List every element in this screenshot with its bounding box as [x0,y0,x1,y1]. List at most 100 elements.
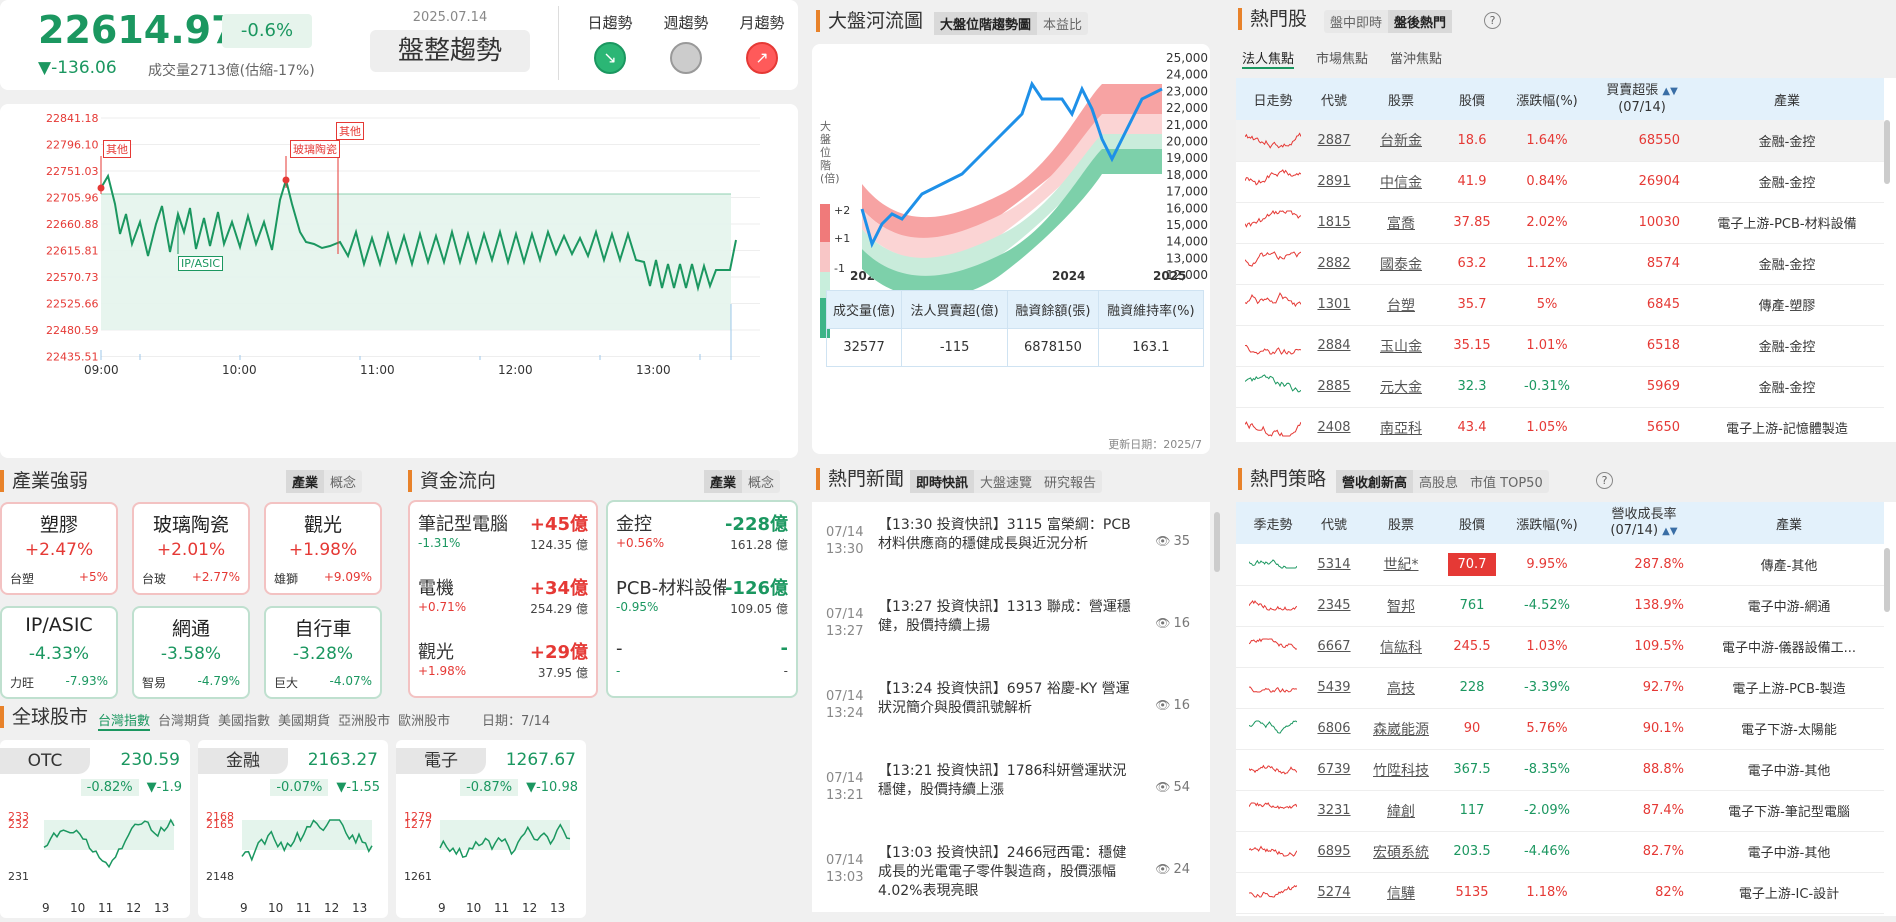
table-row[interactable]: 6667 信紘科 245.5 1.03% 109.5% 電子中游-儀器設備工... [1236,626,1884,668]
stock-name[interactable]: 森崴能源 [1358,708,1444,750]
strategy-help-icon[interactable]: ? [1596,472,1613,489]
stock-code[interactable]: 3231 [1310,790,1358,832]
stock-code[interactable]: 1301 [1310,284,1358,326]
news-headline[interactable]: 【13:30 投資快訊】3115 富榮綱：PCB材料供應商的穩健成長與近況分析 [878,516,1136,554]
stock-code[interactable]: 2891 [1310,161,1358,203]
lead-stock[interactable]: 力旺 [10,674,34,691]
lead-stock[interactable]: 智易 [142,674,166,691]
news-headline[interactable]: 【13:03 投資快訊】2466冠西電：穩健成長的光電電子零件製造商，股價漲幅4… [878,844,1136,901]
industry-card[interactable]: 網通 -3.58% 智易 -4.79% [132,606,250,699]
tab-afterhours[interactable]: 盤後熱門 [1388,10,1453,33]
fund-industry[interactable]: 筆記型電腦 [418,510,528,536]
col-net[interactable]: 買賣超張 ▲▼ (07/14) [1594,78,1690,120]
tab-river-pe[interactable]: 本益比 [1037,12,1088,35]
table-row[interactable]: 2885 元大金 32.3 -0.31% 5969 金融-金控 [1236,366,1884,408]
table-row[interactable]: 2408 南亞科 43.4 1.05% 5650 電子上游-記憶體製造 [1236,407,1884,442]
industry-card[interactable]: 玻璃陶瓷 +2.01% 台玻 +2.77% [132,502,250,595]
table-row[interactable]: 3231 緯創 117 -2.09% 87.4% 電子下游-筆記型電腦 [1236,790,1884,832]
table-row[interactable]: 2882 國泰金 63.2 1.12% 8574 金融-金控 [1236,243,1884,285]
stock-code[interactable]: 2408 [1310,407,1358,442]
sort-icon[interactable]: ▲▼ [1662,526,1677,537]
stock-name[interactable]: 中信金 [1358,161,1444,203]
lead-stock[interactable]: 台玻 [142,570,166,587]
news-item[interactable]: 07/14 13:30 【13:30 投資快訊】3115 富榮綱：PCB材料供應商的… [812,502,1210,584]
week-trend-icon[interactable] [670,42,702,74]
stock-name[interactable]: 智邦 [1358,585,1444,627]
lead-stock[interactable]: 台塑 [10,570,34,587]
industry-card[interactable]: 塑膠 +2.47% 台塑 +5% [0,502,118,595]
news-item[interactable]: 07/14 13:21 【13:21 投資快訊】1786科妍營運狀況穩健，股價持續上… [812,748,1210,830]
table-row[interactable]: 5314 世紀* 70.7 9.95% 287.8% 傳產-其他 [1236,544,1884,586]
hot-help-icon[interactable]: ? [1484,12,1501,29]
industry-card[interactable]: 自行車 -3.28% 巨大 -4.07% [264,606,382,699]
tab-fund-concept[interactable]: 概念 [742,470,780,493]
news-item[interactable]: 07/14 13:24 【13:24 投資快訊】6957 裕慶-KY 營運狀況簡介與… [812,666,1210,748]
stock-name[interactable]: 富喬 [1358,202,1444,244]
stock-name[interactable]: 元大金 [1358,366,1444,408]
tab-global-5[interactable]: 歐洲股市 [398,710,450,731]
table-row[interactable]: 6806 森崴能源 90 5.76% 90.1% 電子下游-太陽能 [1236,708,1884,750]
fund-industry[interactable]: PCB-材料設備 [616,574,726,600]
stock-code[interactable]: 2882 [1310,243,1358,285]
stock-code[interactable]: 6895 [1310,831,1358,873]
table-row[interactable]: 5439 高技 228 -3.39% 92.7% 電子上游-PCB-製造 [1236,667,1884,709]
subtab-market[interactable]: 市場焦點 [1316,48,1368,67]
strategy-scrollbar[interactable] [1884,548,1890,612]
mini-chart-card[interactable]: OTC 230.59 -0.82% ▼-1.9 233 232 231 9 10 11 12 13 [0,740,190,918]
tab-industry[interactable]: 產業 [286,470,325,493]
stock-code[interactable]: 5274 [1310,872,1358,914]
table-row[interactable]: 5274 信驊 5135 1.18% 82% 電子上游-IC-設計 [1236,872,1884,914]
tab-global-0[interactable]: 台灣指數 [98,710,151,731]
tab-revenue-high[interactable]: 營收創新高 [1336,470,1414,493]
table-row[interactable]: 2891 中信金 41.9 0.84% 26904 金融-金控 [1236,161,1884,203]
fund-industry[interactable]: - [616,638,726,659]
tab-fund-industry[interactable]: 產業 [704,470,743,493]
stock-name[interactable]: 玉山金 [1358,325,1444,367]
industry-card[interactable]: IP/ASIC -4.33% 力旺 -7.93% [0,606,118,699]
month-trend-icon[interactable]: ↗ [746,42,778,74]
mini-chart-card[interactable]: 金融 2163.27 -0.07% ▼-1.55 2168 2165 2148 9 10 11 12… [198,740,388,918]
event-label-4[interactable]: IP/ASIC [178,256,224,271]
stock-name[interactable]: 宏碩系統 [1358,831,1444,873]
table-row[interactable]: 1301 台塑 35.7 5% 6845 傳產-塑膠 [1236,284,1884,326]
stock-name[interactable]: 高技 [1358,667,1444,709]
day-trend-icon[interactable]: ↘ [594,42,626,74]
tab-news-overview[interactable]: 大盤速覽 [974,470,1038,493]
tab-global-2[interactable]: 美國指數 [218,710,270,731]
stock-code[interactable]: 1815 [1310,202,1358,244]
stock-code[interactable]: 2887 [1310,120,1358,162]
tab-global-1[interactable]: 台灣期貨 [158,710,210,731]
event-label-1[interactable]: 其他 [103,140,131,158]
tab-global-3[interactable]: 美國期貨 [278,710,330,731]
news-headline[interactable]: 【13:27 投資快訊】1313 聯成：營運穩健，股價持續上揚 [878,598,1136,636]
mini-chart-card[interactable]: 電子 1267.67 -0.87% ▼-10.98 1279 1277 1261 9 10 11 1… [396,740,586,918]
table-row[interactable]: 2345 智邦 761 -4.52% 138.9% 電子中游-網通 [1236,585,1884,627]
event-label-3[interactable]: 其他 [336,122,364,140]
stock-name[interactable]: 南亞科 [1358,407,1444,442]
stock-code[interactable]: 2885 [1310,366,1358,408]
industry-card[interactable]: 觀光 +1.98% 雄獅 +9.09% [264,502,382,595]
tab-top50[interactable]: 市值 TOP50 [1464,470,1549,493]
event-label-2[interactable]: 玻璃陶瓷 [290,140,340,158]
tab-high-dividend[interactable]: 高股息 [1413,470,1464,493]
tab-news-research[interactable]: 研究報告 [1038,470,1102,493]
stock-code[interactable]: 5314 [1310,544,1358,586]
hot-scrollbar[interactable] [1884,120,1890,184]
news-headline[interactable]: 【13:24 投資快訊】6957 裕慶-KY 營運狀況簡介與股價訊號解析 [878,680,1136,718]
stock-code[interactable]: 5439 [1310,667,1358,709]
stock-name[interactable]: 台新金 [1358,120,1444,162]
tab-global-4[interactable]: 亞洲股市 [338,710,390,731]
stock-name[interactable]: 信驊 [1358,872,1444,914]
fund-industry[interactable]: 金控 [616,510,726,536]
tab-intraday[interactable]: 盤中即時 [1324,10,1388,33]
tab-river-trend[interactable]: 大盤位階趨勢圖 [934,12,1038,35]
lead-stock[interactable]: 雄獅 [274,570,298,587]
fund-industry[interactable]: 電機 [418,574,528,600]
news-scrollbar[interactable] [1214,512,1220,572]
col-s-growth[interactable]: 營收成長率 (07/14) ▲▼ [1594,502,1694,544]
tab-concept[interactable]: 概念 [324,470,362,493]
stock-code[interactable]: 6667 [1310,626,1358,668]
fund-industry[interactable]: 觀光 [418,638,528,664]
stock-name[interactable]: 世紀* [1358,544,1444,586]
news-item[interactable]: 07/14 13:27 【13:27 投資快訊】1313 聯成：營運穩健，股價持續上… [812,584,1210,666]
